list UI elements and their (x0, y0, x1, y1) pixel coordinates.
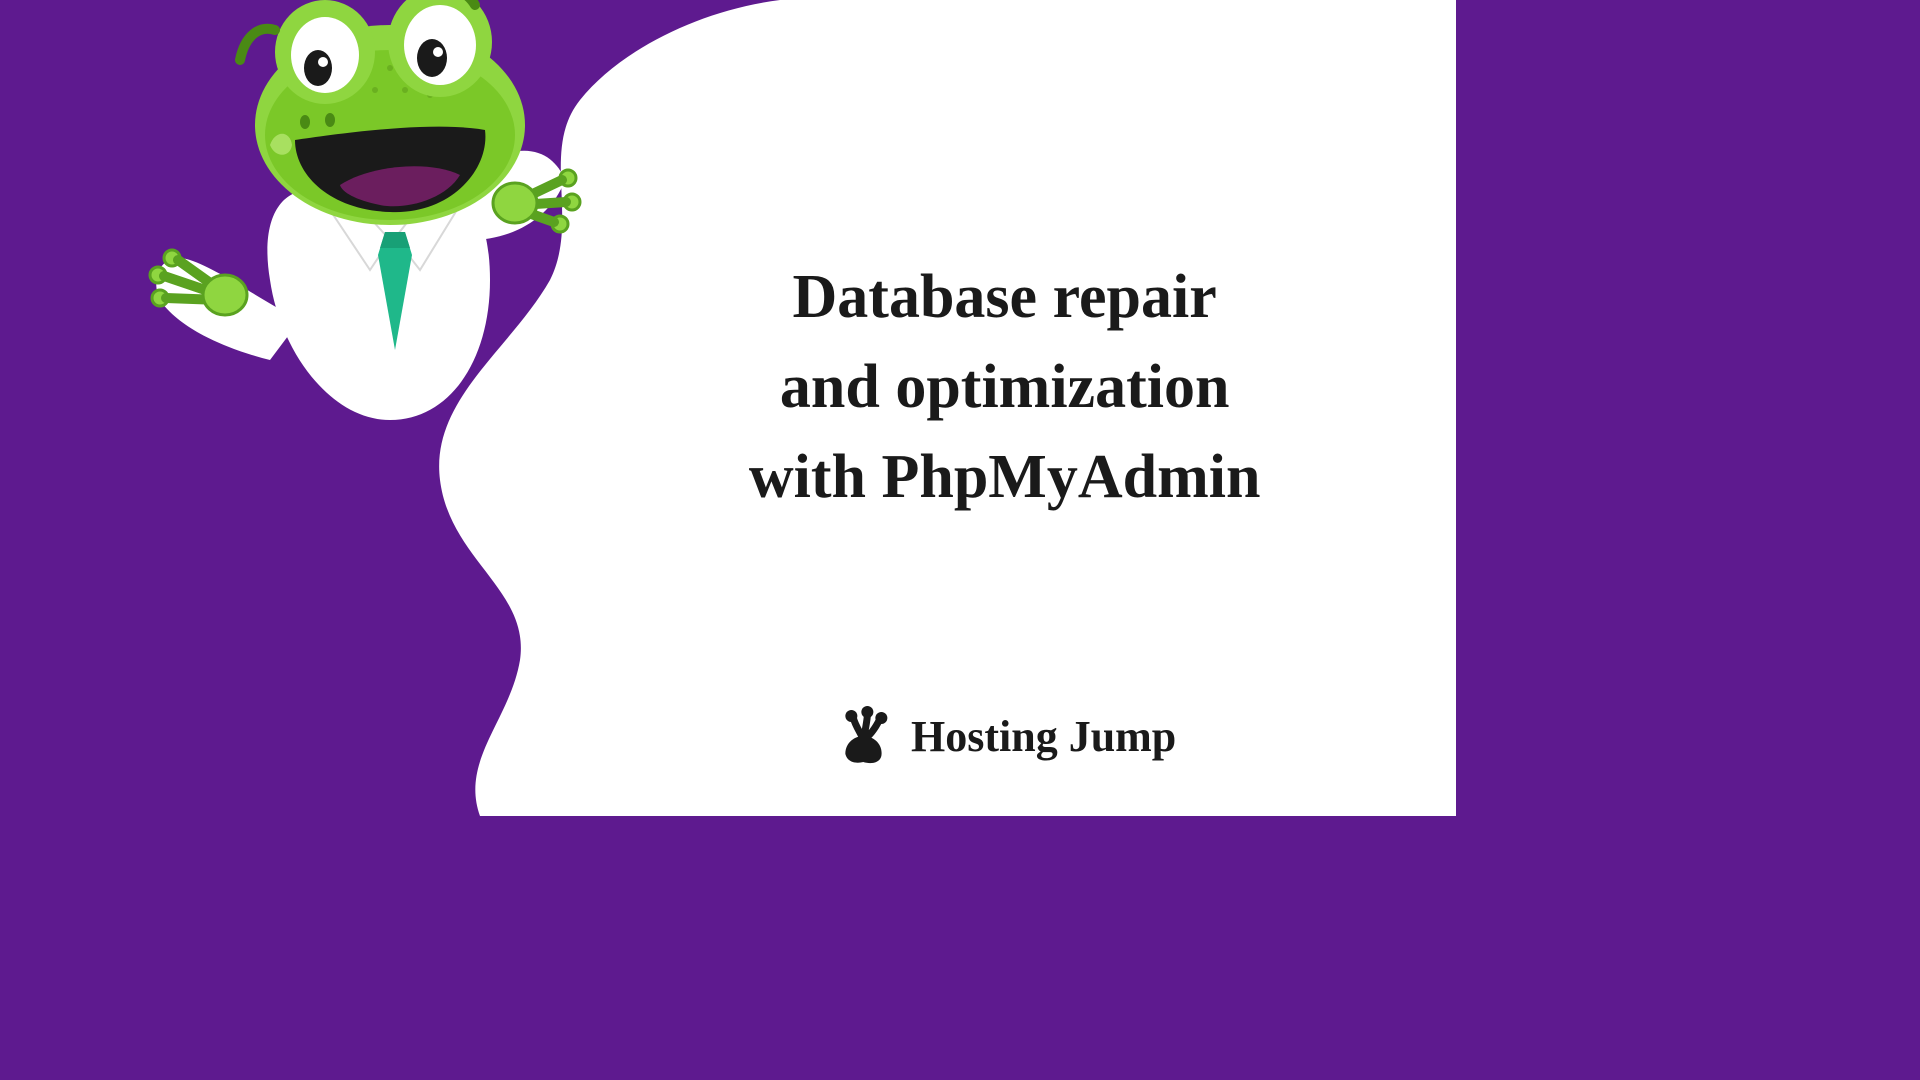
brand-frog-icon (833, 706, 893, 766)
main-heading: Database repair and optimization with Ph… (749, 253, 1261, 523)
heading-line-3: with PhpMyAdmin (749, 443, 1261, 511)
brand-lockup: Hosting Jump (833, 706, 1176, 766)
heading-line-2: and optimization (780, 353, 1230, 421)
heading-line-1: Database repair (793, 263, 1217, 331)
content-area: Database repair and optimization with Ph… (553, 0, 1456, 816)
frog-mascot-icon (130, 0, 590, 440)
brand-name: Hosting Jump (911, 711, 1176, 762)
